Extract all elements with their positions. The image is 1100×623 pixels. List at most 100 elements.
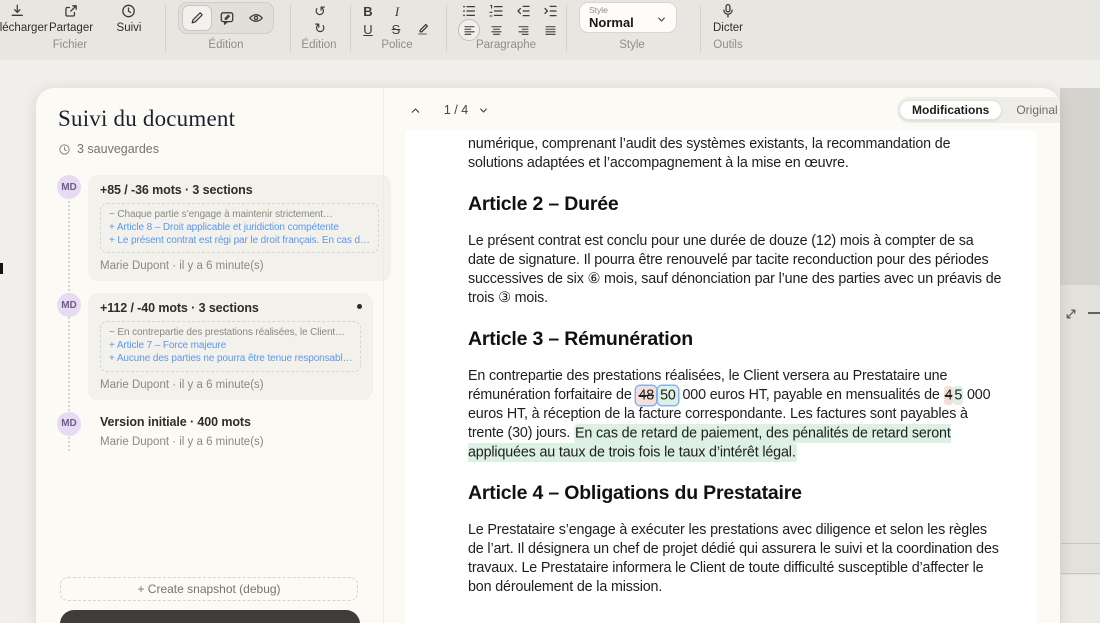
undo-button[interactable]: ↺ — [308, 4, 332, 20]
bold-button[interactable]: B — [356, 3, 380, 19]
resize-handle-icon[interactable] — [1063, 306, 1079, 322]
document-page[interactable]: numérique, comprenant l’audit des systèm… — [405, 130, 1036, 623]
divider — [165, 5, 166, 52]
eye-icon — [248, 10, 264, 26]
toggle-original[interactable]: Original — [1004, 100, 1060, 120]
inserted-text[interactable]: 5 — [953, 386, 963, 405]
divider — [566, 5, 567, 52]
history-card[interactable]: +85 / -36 mots · 3 sections~ Chaque part… — [88, 175, 391, 281]
align-left-button[interactable] — [458, 19, 480, 41]
entry-title: Version initiale · 400 mots — [100, 415, 347, 430]
create-snapshot-button[interactable]: + Create snapshot (debug) — [60, 577, 358, 601]
changes-preview: ~ Chaque partie s’engage à maintenir str… — [100, 203, 379, 253]
background-line — [1061, 543, 1100, 544]
redo-icon: ↻ — [314, 20, 326, 38]
history-item[interactable]: Version initiale · 400 motsMarie Dupont … — [88, 412, 359, 452]
deleted-text[interactable]: 48 — [636, 386, 656, 405]
page-indicator: 1 / 4 — [436, 103, 476, 117]
change-line: + Article 8 – Droit applicable et juridi… — [109, 222, 370, 235]
strikethrough-glyph: S — [392, 23, 401, 36]
doc-text: Le Prestataire s’engage à exécuter les p… — [468, 522, 999, 595]
doc-paragraph[interactable]: Le présent contrat est conclu pour une d… — [468, 232, 1002, 308]
history-entry: MD Version initiale · 400 motsMarie Dupon… — [57, 412, 359, 452]
outdent-icon — [515, 3, 531, 19]
article-heading[interactable]: Article 4 – Obligations du Prestataire — [468, 481, 1002, 505]
history-card[interactable]: +112 / -40 mots · 3 sections~ En contrep… — [88, 293, 373, 399]
microphone-icon — [720, 3, 736, 19]
doc-paragraph[interactable]: numérique, comprenant l’audit des systèm… — [468, 135, 1002, 173]
edge-marker — [0, 263, 3, 274]
edit-mode-view-button[interactable] — [242, 6, 270, 30]
chevron-down-icon — [655, 13, 668, 26]
article-heading[interactable]: Article 3 – Rémunération — [468, 327, 1002, 351]
chevron-down-icon — [477, 104, 490, 117]
change-line: + Le présent contrat est régi par le dro… — [109, 235, 370, 248]
align-right-button[interactable] — [511, 22, 535, 38]
outdent-button[interactable] — [511, 3, 535, 19]
dictate-button[interactable]: Dicter — [713, 3, 743, 34]
download-label: Télécharger — [0, 22, 48, 34]
numbered-list-button[interactable] — [484, 3, 508, 19]
change-line: ~ Chaque partie s’engage à maintenir str… — [109, 209, 370, 222]
divider — [350, 5, 351, 52]
inserted-text[interactable]: 50 — [658, 386, 678, 405]
group-label-style: Style — [619, 39, 645, 51]
avatar: MD — [57, 293, 81, 317]
indent-button[interactable] — [538, 3, 562, 19]
deleted-text[interactable]: 4 — [944, 386, 954, 405]
highlight-button[interactable] — [412, 20, 436, 36]
history-clock-icon — [121, 3, 137, 19]
share-icon — [63, 3, 79, 19]
group-label-police: Police — [381, 39, 412, 51]
share-button[interactable]: Partager — [49, 3, 93, 34]
dictate-label: Dicter — [713, 22, 743, 34]
previous-page-button[interactable] — [406, 101, 424, 119]
style-dropdown[interactable]: Style Normal — [579, 2, 677, 33]
numbered-list-icon — [488, 3, 504, 19]
panel-dash — [1088, 312, 1100, 314]
download-button[interactable]: Télécharger — [0, 3, 48, 34]
unsaved-dot — [357, 304, 362, 309]
align-left-icon — [463, 24, 476, 37]
background-panel-top — [1060, 88, 1100, 285]
bullet-list-icon — [461, 3, 477, 19]
pencil-icon — [189, 10, 205, 26]
toggle-modifications[interactable]: Modifications — [899, 100, 1002, 120]
group-label-paragraphe: Paragraphe — [476, 39, 536, 51]
edit-mode-write-button[interactable] — [182, 5, 212, 31]
view-mode-toggle: Modifications Original — [897, 97, 1060, 123]
undo-icon: ↺ — [314, 3, 326, 21]
avatar: MD — [57, 412, 81, 436]
history-list: MD+85 / -36 mots · 3 sections~ Chaque pa… — [57, 175, 359, 464]
document-content: numérique, comprenant l’audit des systèm… — [405, 130, 1036, 597]
history-entry: MD+85 / -36 mots · 3 sections~ Chaque pa… — [57, 175, 359, 281]
saves-summary: 3 sauvegardes — [58, 142, 159, 156]
indent-icon — [542, 3, 558, 19]
edit-mode-comment-button[interactable] — [213, 6, 241, 30]
align-center-button[interactable] — [484, 22, 508, 38]
bullet-list-button[interactable] — [457, 3, 481, 19]
doc-paragraph[interactable]: Le Prestataire s’engage à exécuter les p… — [468, 521, 1002, 597]
italic-glyph: I — [395, 5, 399, 18]
align-center-icon — [490, 24, 503, 37]
redo-button[interactable]: ↻ — [308, 21, 332, 37]
align-right-icon — [517, 24, 530, 37]
bold-glyph: B — [363, 5, 372, 18]
next-page-button[interactable] — [474, 101, 492, 119]
group-label-edition-modes: Édition — [208, 39, 243, 51]
underline-button[interactable]: U — [356, 21, 380, 37]
track-label: Suivi — [117, 22, 142, 34]
track-button[interactable]: Suivi — [117, 3, 142, 34]
strikethrough-button[interactable]: S — [384, 21, 408, 37]
ribbon-toolbar: Télécharger Partager Suivi Fichier Éditi… — [0, 0, 1100, 61]
primary-action-button[interactable] — [60, 610, 360, 623]
group-label-edition-history: Édition — [301, 39, 336, 51]
divider — [290, 5, 291, 52]
justify-button[interactable] — [538, 22, 562, 38]
entry-meta: Marie Dupont · il y a 6 minute(s) — [100, 259, 379, 273]
highlighter-icon — [416, 20, 432, 36]
justify-icon — [544, 24, 557, 37]
doc-paragraph[interactable]: En contrepartie des prestations réalisée… — [468, 367, 1002, 462]
italic-button[interactable]: I — [385, 3, 409, 19]
article-heading[interactable]: Article 2 – Durée — [468, 192, 1002, 216]
